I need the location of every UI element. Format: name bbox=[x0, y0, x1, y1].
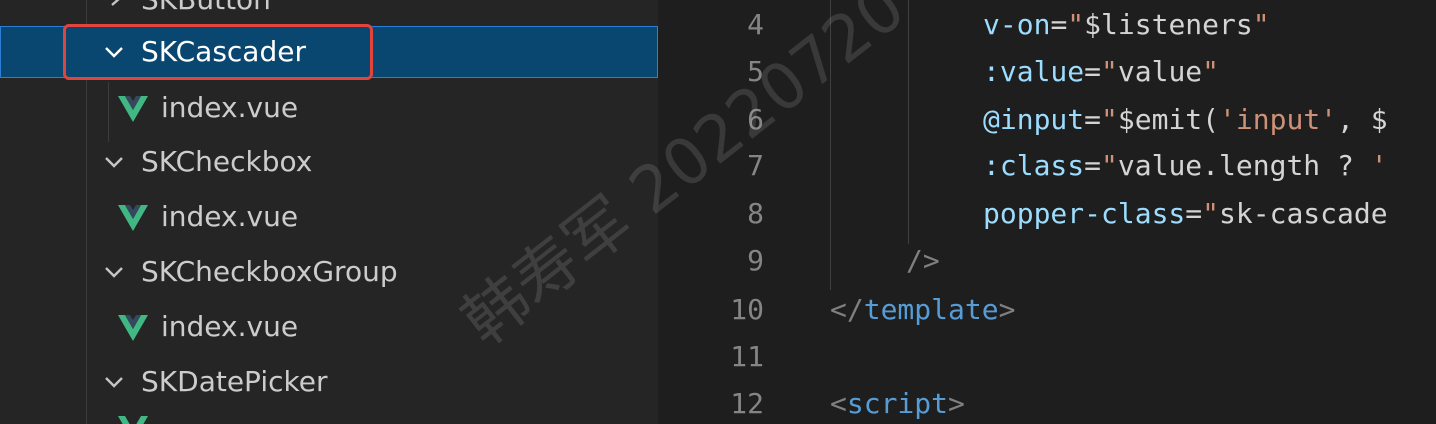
vue-file-icon bbox=[118, 315, 148, 341]
line-number: 10 bbox=[730, 293, 764, 326]
code-editor[interactable]: 4 5 6 7 8 9 10 11 12 v-on="$listeners" :… bbox=[658, 0, 1436, 424]
code-line: popper-class="sk-cascade bbox=[983, 197, 1388, 230]
vue-file-icon bbox=[118, 205, 148, 231]
code-line: :value="value" bbox=[983, 55, 1220, 88]
tree-item-label: index.vue bbox=[161, 310, 299, 343]
line-number: 8 bbox=[747, 197, 764, 230]
annotation-highlight-box bbox=[63, 24, 373, 80]
tree-item-label: SKButton bbox=[141, 0, 271, 26]
tree-folder-skcheckboxgroup[interactable]: SKCheckboxGroup bbox=[0, 246, 658, 298]
chevron-down-icon bbox=[105, 377, 123, 388]
tree-item-label: index.vue bbox=[161, 91, 299, 124]
chevron-down-icon bbox=[105, 267, 123, 278]
indent-guide bbox=[908, 0, 909, 244]
vue-file-icon bbox=[118, 416, 148, 424]
chevron-down-icon bbox=[105, 157, 123, 168]
line-number: 6 bbox=[747, 103, 764, 136]
code-line: v-on="$listeners" bbox=[983, 8, 1270, 41]
code-line: :class="value.length ? ' bbox=[983, 149, 1388, 182]
tree-item-label: index.vue bbox=[161, 200, 299, 233]
tree-file-index-vue[interactable]: index.vue bbox=[0, 82, 658, 134]
line-number: 12 bbox=[730, 387, 764, 420]
tree-folder-skcheckbox[interactable]: SKCheckbox bbox=[0, 136, 658, 188]
tree-folder-skbutton[interactable]: SKButton bbox=[0, 0, 658, 26]
line-number: 7 bbox=[747, 149, 764, 182]
tree-folder-skdatepicker[interactable]: SKDatePicker bbox=[0, 356, 658, 408]
file-explorer: SKButton SKCascader index.vue SKCheckbox… bbox=[0, 0, 658, 424]
line-number: 4 bbox=[747, 8, 764, 41]
line-number: 11 bbox=[730, 340, 764, 373]
tree-file-index-vue[interactable]: index.vue bbox=[0, 191, 658, 243]
tree-item-label: SKCheckbox bbox=[141, 145, 313, 178]
code-line: </template> bbox=[830, 293, 1016, 326]
tree-item-label: SKCheckboxGroup bbox=[141, 255, 398, 288]
indent-guide bbox=[830, 0, 831, 290]
code-line: @input="$emit('input', $ bbox=[983, 103, 1388, 136]
vue-file-icon bbox=[118, 96, 148, 122]
code-line: <script> bbox=[830, 387, 965, 420]
line-number: 5 bbox=[747, 55, 764, 88]
tree-file-index-vue[interactable]: index.vue bbox=[0, 301, 658, 353]
chevron-right-icon bbox=[111, 0, 120, 6]
tree-item-label: SKDatePicker bbox=[141, 365, 328, 398]
line-number: 9 bbox=[747, 244, 764, 277]
code-line: /> bbox=[906, 244, 940, 277]
